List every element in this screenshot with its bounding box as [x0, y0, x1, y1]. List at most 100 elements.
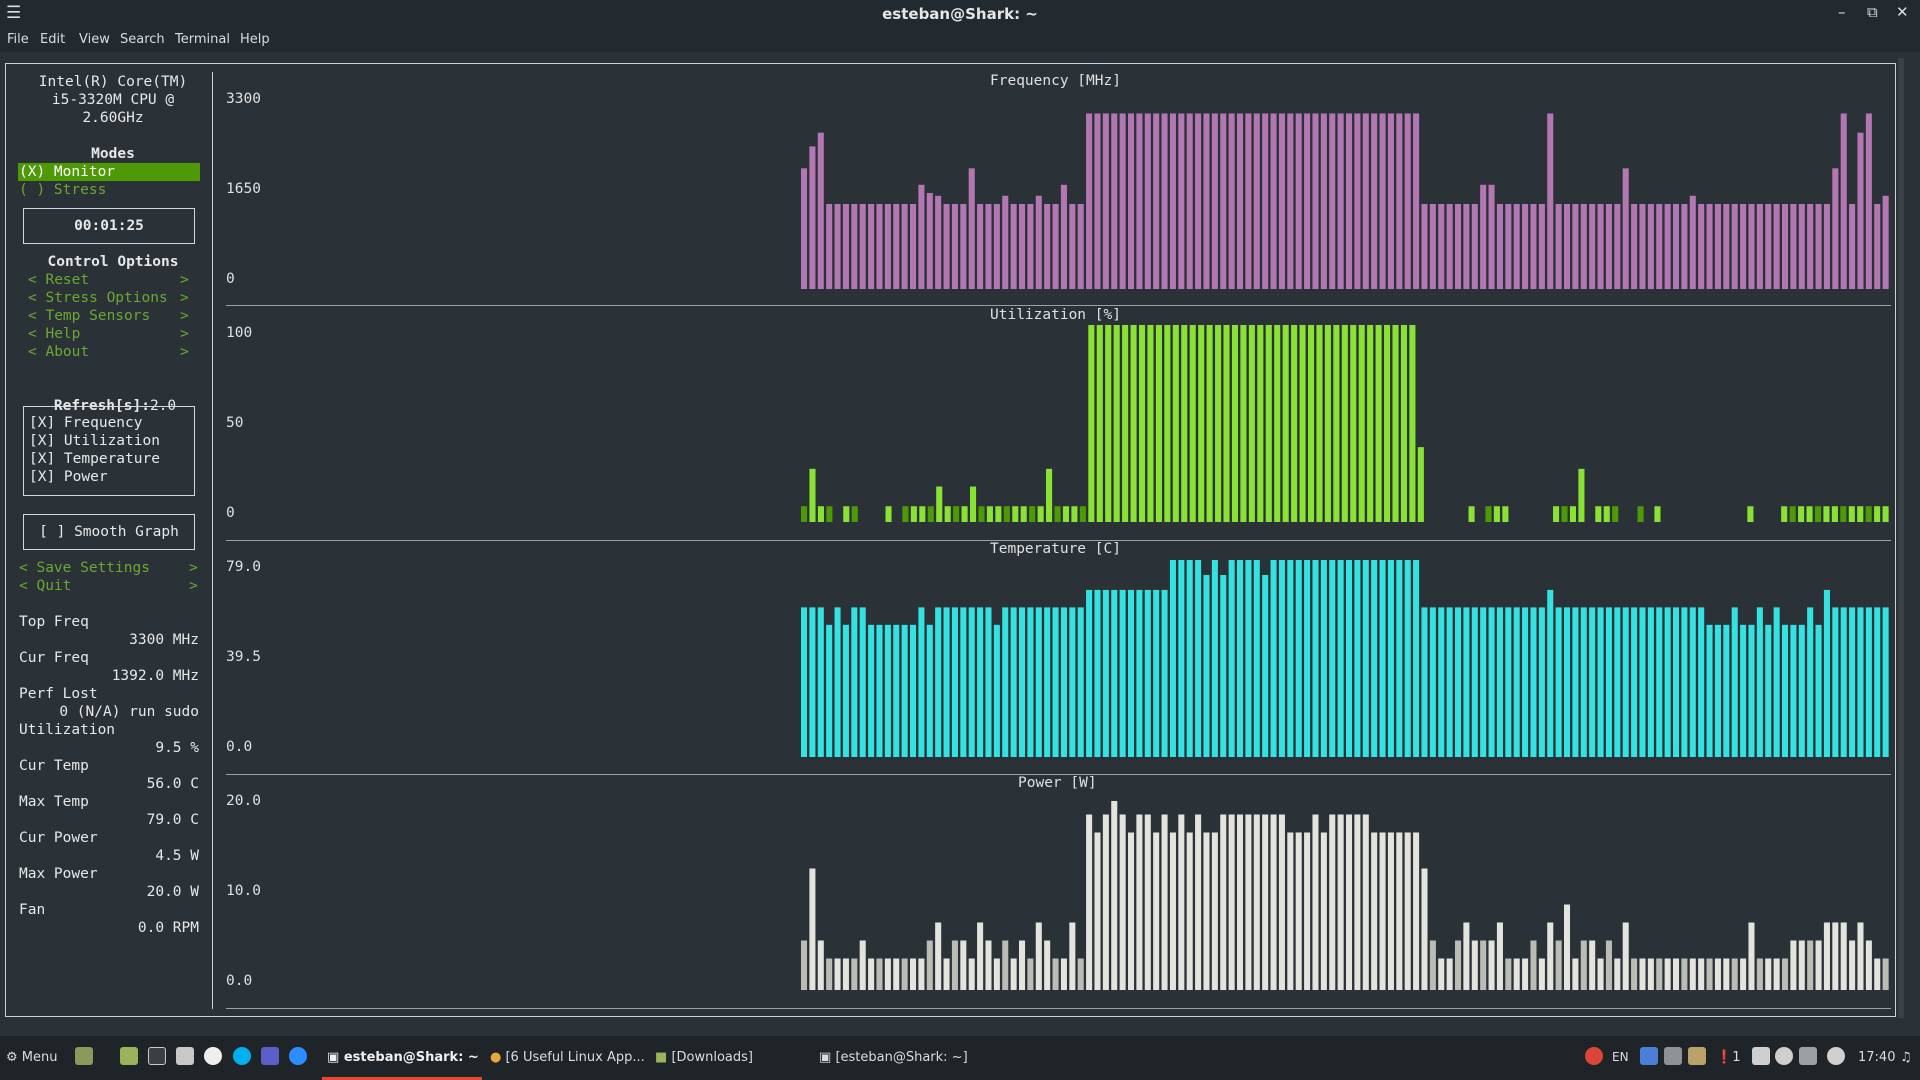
control-help-label[interactable]: < Help: [28, 325, 80, 343]
app-launcher-icon[interactable]: [176, 1047, 194, 1065]
graph-separator: [226, 305, 1891, 306]
graph-bar: [978, 506, 985, 522]
task-downloads[interactable]: ■ [Downloads]: [655, 1050, 753, 1065]
skype-icon[interactable]: [233, 1047, 251, 1065]
task-chrome-label: [6 Useful Linux App...: [505, 1050, 645, 1065]
graph-bar: [1228, 113, 1235, 289]
graph-bar: [1756, 607, 1763, 757]
graph-bar: [1094, 832, 1101, 990]
file-manager-icon[interactable]: [120, 1047, 138, 1065]
bluetooth-icon[interactable]: [1640, 1047, 1658, 1065]
graph-bar: [1195, 814, 1202, 990]
control-temp-sensors-label[interactable]: < Temp Sensors: [28, 307, 150, 325]
graph-bar: [1138, 325, 1146, 522]
clipboard-icon[interactable]: [1688, 1047, 1706, 1065]
menu-search[interactable]: Search: [120, 32, 165, 47]
modes-title: Modes: [91, 146, 135, 162]
graph-bar: [893, 624, 900, 757]
control-reset-label[interactable]: < Reset: [28, 271, 89, 289]
graph-bar: [1723, 958, 1730, 990]
graph-bar: [1505, 958, 1512, 990]
show-desktop-icon[interactable]: [75, 1047, 93, 1065]
graph-bar: [1840, 506, 1847, 522]
graph-bar: [1639, 607, 1646, 757]
graph-bar: [1220, 574, 1227, 757]
graph-bar: [1346, 113, 1353, 289]
terminal-launcher-icon[interactable]: [148, 1047, 166, 1065]
control-stress-options-label[interactable]: < Stress Options: [28, 289, 168, 307]
toggle-utilization-checkbox[interactable]: [X] Utilization: [29, 432, 160, 450]
graph-bar: [1874, 203, 1881, 289]
graph-bar: [1865, 940, 1872, 990]
graph-bar: [1857, 607, 1864, 757]
stat-value: 56.0 C: [146, 776, 199, 792]
teams-icon[interactable]: [261, 1047, 279, 1065]
graph-bar: [1262, 113, 1269, 289]
quit-label[interactable]: < Quit: [19, 577, 71, 595]
graph-bar: [1882, 506, 1889, 522]
graph-bar: [1603, 506, 1610, 522]
menu-help[interactable]: Help: [240, 32, 270, 47]
menu-edit[interactable]: Edit: [40, 32, 65, 47]
chrome-tray-icon[interactable]: [1585, 1047, 1603, 1065]
graph-bar: [1375, 325, 1382, 522]
task-terminal[interactable]: ▣ esteban@Shark: ~: [327, 1050, 479, 1065]
graph-bar: [1572, 203, 1579, 289]
graph-bar: [1446, 607, 1453, 757]
graph-bar: [1865, 506, 1872, 522]
graph-separator: [226, 1008, 1891, 1009]
control-temp-sensors-arrow: >: [180, 308, 189, 324]
wifi-icon[interactable]: [1799, 1047, 1817, 1065]
graph-bar: [943, 607, 950, 757]
user-icon[interactable]: [1775, 1047, 1793, 1065]
graph-bar: [1220, 113, 1227, 289]
graph-bar: [1105, 325, 1112, 522]
terminal-scrollbar[interactable]: [1898, 58, 1904, 1018]
network-tray-icon[interactable]: [1664, 1047, 1682, 1065]
menu-terminal[interactable]: Terminal: [175, 32, 230, 47]
graph-bar: [1088, 325, 1095, 522]
graph-bar: [1463, 607, 1470, 757]
graph-bar: [1128, 832, 1135, 990]
graph-bar: [1027, 607, 1034, 757]
graph-bar: [1455, 607, 1462, 757]
graph-temperature-tick-max: 79.0: [226, 559, 261, 575]
save-settings-label[interactable]: < Save Settings: [19, 559, 150, 577]
music-note-icon[interactable]: ♫: [1900, 1050, 1912, 1065]
maximize-icon[interactable]: ⧉: [1867, 3, 1878, 21]
graph-bar: [1823, 506, 1830, 522]
smooth-graph-checkbox[interactable]: [ ] Smooth Graph: [24, 523, 194, 541]
close-icon[interactable]: ✕: [1896, 3, 1909, 21]
graph-bar: [1480, 940, 1487, 990]
mode-monitor-radio[interactable]: (X) Monitor: [19, 163, 115, 181]
keyboard-layout[interactable]: EN: [1612, 1050, 1629, 1064]
mode-stress-radio[interactable]: ( ) Stress: [19, 181, 106, 199]
update-icon[interactable]: [1752, 1047, 1770, 1065]
graph-bar: [1689, 607, 1696, 757]
menu-view[interactable]: View: [79, 32, 110, 47]
menu-file[interactable]: File: [7, 32, 29, 47]
toggle-temperature-checkbox[interactable]: [X] Temperature: [29, 450, 160, 468]
minimize-icon[interactable]: –: [1838, 3, 1846, 21]
task-chrome[interactable]: ● [6 Useful Linux App...: [490, 1050, 645, 1065]
toggle-power-checkbox[interactable]: [X] Power: [29, 468, 108, 486]
notifications[interactable]: ❗1: [1716, 1050, 1740, 1065]
graph-bar: [1706, 958, 1713, 990]
graph-bar: [1060, 958, 1067, 990]
graph-bar: [1505, 203, 1512, 289]
start-menu-button[interactable]: ⚙ Menu: [6, 1050, 58, 1065]
github-icon[interactable]: [204, 1047, 222, 1065]
task-terminal-2[interactable]: ▣ [esteban@Shark: ~]: [819, 1050, 968, 1065]
graph-bar: [1320, 560, 1327, 757]
zoom-icon[interactable]: [289, 1047, 307, 1065]
control-about-label[interactable]: < About: [28, 343, 89, 361]
graph-bar: [1178, 560, 1185, 757]
graph-bar: [859, 940, 866, 990]
graph-bar: [1589, 607, 1596, 757]
graph-bar: [884, 624, 891, 757]
graph-bar: [985, 607, 992, 757]
graph-bar: [1052, 203, 1059, 289]
brightness-icon[interactable]: [1827, 1047, 1845, 1065]
toggle-frequency-checkbox[interactable]: [X] Frequency: [29, 414, 143, 432]
graph-bar: [1155, 325, 1162, 522]
